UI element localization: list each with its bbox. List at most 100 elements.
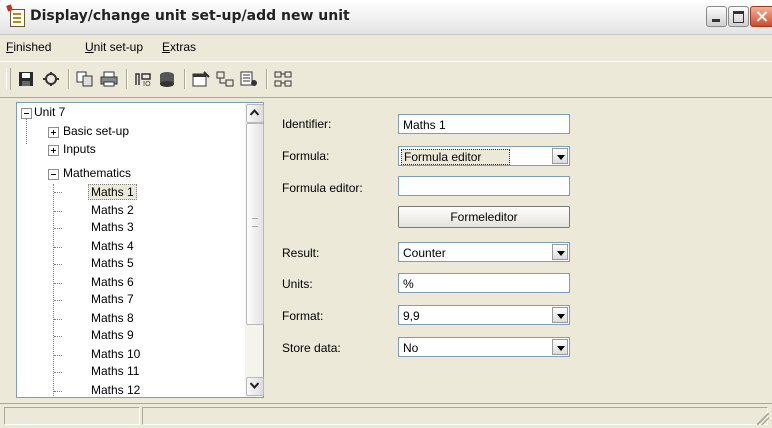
tree-item-maths-8[interactable]: Maths 8 xyxy=(91,311,134,325)
connect-icon[interactable] xyxy=(216,71,234,87)
tree-item-maths-3[interactable]: Maths 3 xyxy=(91,220,134,234)
formula-value: Formula editor xyxy=(401,149,511,165)
menu-finished[interactable]: Finished xyxy=(6,40,51,54)
formula-label: Formula: xyxy=(282,149,330,163)
unit-tree[interactable]: Unit 7 Basic set-up Inputs Mathematics M… xyxy=(16,102,246,398)
format-value: 9,9 xyxy=(403,309,420,323)
formula-editor-label: Formula editor: xyxy=(282,181,363,195)
format-label: Format: xyxy=(282,309,324,323)
status-pane-left xyxy=(4,407,140,425)
tree-group-inputs[interactable]: Inputs xyxy=(63,142,96,156)
units-value: % xyxy=(403,277,414,291)
tree-connector xyxy=(54,264,62,265)
close-button[interactable] xyxy=(750,6,772,27)
formula-editor-field[interactable] xyxy=(398,176,570,196)
tree-connector xyxy=(54,372,62,373)
unit-icon[interactable] xyxy=(42,71,60,87)
menu-extras-accel: E xyxy=(162,40,171,54)
formeleditor-button[interactable]: Formeleditor xyxy=(398,206,570,228)
tree-item-maths-7[interactable]: Maths 7 xyxy=(91,292,134,306)
toolbar-grip[interactable] xyxy=(6,68,11,90)
menu-extras-label: xtras xyxy=(170,40,197,54)
tree-item-maths-6[interactable]: Maths 6 xyxy=(91,275,134,289)
scroll-thumb[interactable] xyxy=(246,123,264,325)
menu-extras[interactable]: Extras xyxy=(162,40,196,54)
menu-finished-label: inished xyxy=(13,40,52,54)
scroll-down-button[interactable] xyxy=(246,377,264,396)
result-select[interactable]: Counter xyxy=(398,242,570,262)
tree-group-mathematics[interactable]: Mathematics xyxy=(63,166,131,180)
tree-connector xyxy=(54,355,62,356)
window-title: Display/change unit set-up/add new unit xyxy=(30,8,350,24)
tree-connector xyxy=(54,247,62,248)
units-label: Units: xyxy=(282,277,313,291)
scroll-up-button[interactable] xyxy=(246,104,264,123)
copy-icon[interactable] xyxy=(76,71,94,87)
identifier-value: Maths 1 xyxy=(403,118,446,132)
tree-connector xyxy=(54,211,62,212)
identifier-label: Identifier: xyxy=(282,117,332,131)
menu-unit-setup[interactable]: Unit set-up xyxy=(85,40,143,54)
tree-root[interactable]: Unit 7 xyxy=(34,105,65,119)
store-data-select[interactable]: No xyxy=(398,337,570,357)
result-value: Counter xyxy=(403,246,446,260)
tree-guide xyxy=(26,116,27,144)
tree-item-maths-10[interactable]: Maths 10 xyxy=(91,347,140,361)
main-window: Display/change unit set-up/add new unit … xyxy=(0,0,772,428)
expand-icon[interactable] xyxy=(48,127,59,138)
units-field[interactable]: % xyxy=(398,273,570,293)
tree-item-maths-5[interactable]: Maths 5 xyxy=(91,256,134,270)
toolbar: IO xyxy=(0,61,772,98)
tree-item-maths-1[interactable]: Maths 1 xyxy=(88,184,137,200)
tree-item-maths-2[interactable]: Maths 2 xyxy=(91,203,134,217)
chevron-up-icon xyxy=(250,109,259,116)
tree-connector xyxy=(54,192,62,193)
chevron-down-icon[interactable] xyxy=(552,148,568,164)
collapse-icon[interactable] xyxy=(21,108,32,119)
chevron-down-icon[interactable] xyxy=(552,339,568,355)
tree-connector xyxy=(54,319,62,320)
tree-item-maths-11[interactable]: Maths 11 xyxy=(91,364,139,378)
tree-connector xyxy=(54,391,62,392)
status-bar xyxy=(0,403,772,428)
chevron-down-icon[interactable] xyxy=(552,244,568,260)
tree-connector xyxy=(54,336,62,337)
chevron-down-icon xyxy=(250,382,259,389)
menu-unit-setup-label: nit set-up xyxy=(93,40,144,54)
format-select[interactable]: 9,9 xyxy=(398,305,570,325)
result-label: Result: xyxy=(282,246,320,260)
chevron-down-icon[interactable] xyxy=(552,307,568,323)
properties-icon[interactable] xyxy=(192,71,210,87)
toolbar-separator xyxy=(266,69,268,89)
io-icon[interactable]: IO xyxy=(134,71,152,87)
tree-group-basic-setup[interactable]: Basic set-up xyxy=(63,124,129,138)
tree-scrollbar[interactable] xyxy=(245,102,264,398)
tree-guide xyxy=(53,184,54,397)
tree-connector xyxy=(54,228,62,229)
svg-text:IO: IO xyxy=(143,80,151,87)
toolbar-separator xyxy=(68,69,70,89)
title-bar[interactable]: Display/change unit set-up/add new unit xyxy=(0,0,772,35)
menu-bar: Finished Unit set-up Extras xyxy=(0,35,772,59)
minimize-button[interactable] xyxy=(706,6,727,27)
collapse-icon[interactable] xyxy=(48,169,59,180)
app-icon xyxy=(10,9,25,27)
tree-connector xyxy=(54,283,62,284)
expand-icon[interactable] xyxy=(48,145,59,156)
formula-select[interactable]: Formula editor xyxy=(398,146,570,166)
maximize-button[interactable] xyxy=(728,6,749,27)
toolbar-separator xyxy=(126,69,128,89)
identifier-field[interactable]: Maths 1 xyxy=(398,114,570,134)
tree-item-maths-9[interactable]: Maths 9 xyxy=(91,328,134,342)
toolbar-separator xyxy=(184,69,186,89)
tree-item-maths-4[interactable]: Maths 4 xyxy=(91,239,134,253)
database-icon[interactable] xyxy=(158,71,176,87)
store-data-label: Store data: xyxy=(282,341,341,355)
list-icon[interactable] xyxy=(240,71,258,87)
tree-item-maths-12[interactable]: Maths 12 xyxy=(91,383,140,397)
tree-connector xyxy=(54,300,62,301)
print-icon[interactable] xyxy=(100,71,118,87)
resize-grip[interactable] xyxy=(757,413,769,425)
save-icon[interactable] xyxy=(18,71,36,87)
network-icon[interactable] xyxy=(274,71,292,87)
